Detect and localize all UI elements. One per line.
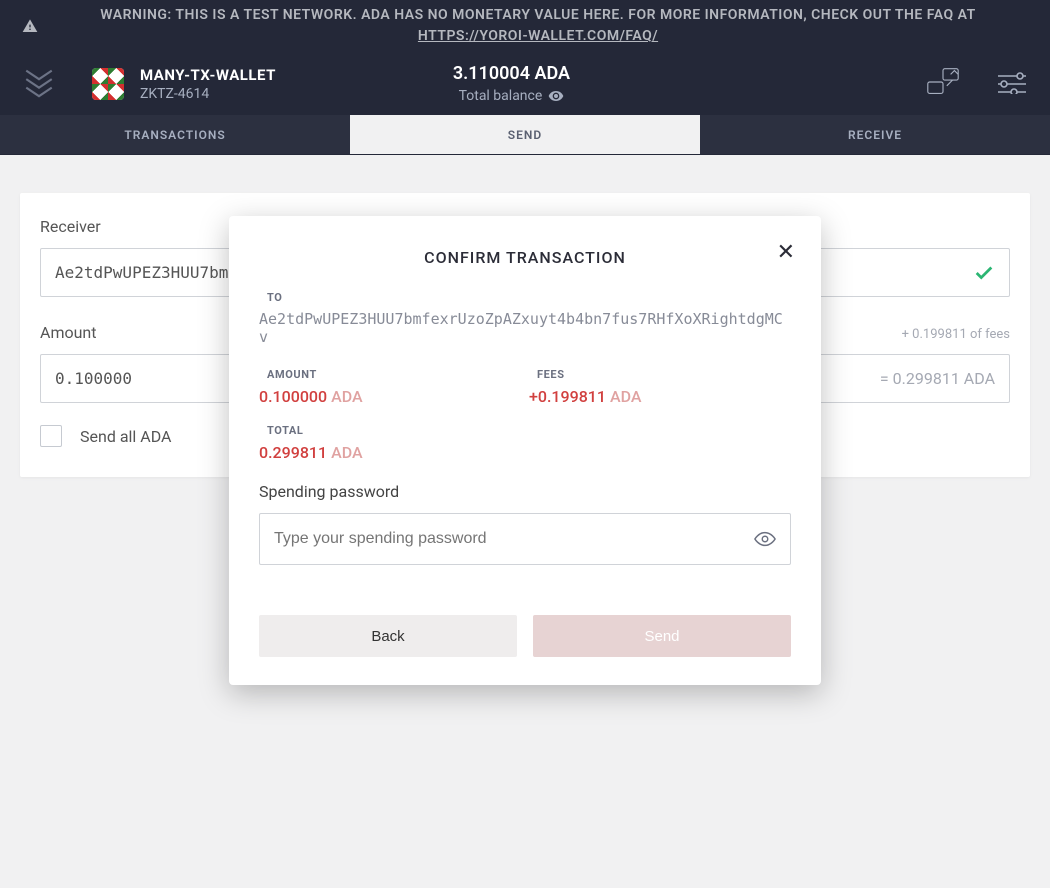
password-label: Spending password <box>259 482 791 501</box>
fees-value: +0.199811 <box>529 387 606 406</box>
close-icon[interactable]: ✕ <box>777 240 795 265</box>
to-label: TO <box>267 291 791 304</box>
eye-icon[interactable] <box>754 528 776 550</box>
modal-backdrop: CONFIRM TRANSACTION ✕ TO Ae2tdPwUPEZ3HUU… <box>0 0 1050 888</box>
modal-title: CONFIRM TRANSACTION <box>259 248 791 267</box>
total-value: 0.299811 <box>259 443 327 462</box>
amount-value: 0.100000 <box>259 387 327 406</box>
back-button[interactable]: Back <box>259 615 517 657</box>
total-label-modal: TOTAL <box>259 424 791 437</box>
to-address: Ae2tdPwUPEZ3HUU7bmfexrUzoZpAZxuyt4b4bn7f… <box>259 310 791 346</box>
total-unit: ADA <box>331 443 363 462</box>
send-button[interactable]: Send <box>533 615 791 657</box>
amount-unit: ADA <box>331 387 363 406</box>
confirm-transaction-modal: CONFIRM TRANSACTION ✕ TO Ae2tdPwUPEZ3HUU… <box>229 216 821 685</box>
fees-label-modal: FEES <box>529 368 749 381</box>
spending-password-input[interactable] <box>274 530 754 548</box>
amount-label-modal: AMOUNT <box>259 368 479 381</box>
fees-unit: ADA <box>610 387 642 406</box>
password-input-wrap[interactable] <box>259 513 791 565</box>
